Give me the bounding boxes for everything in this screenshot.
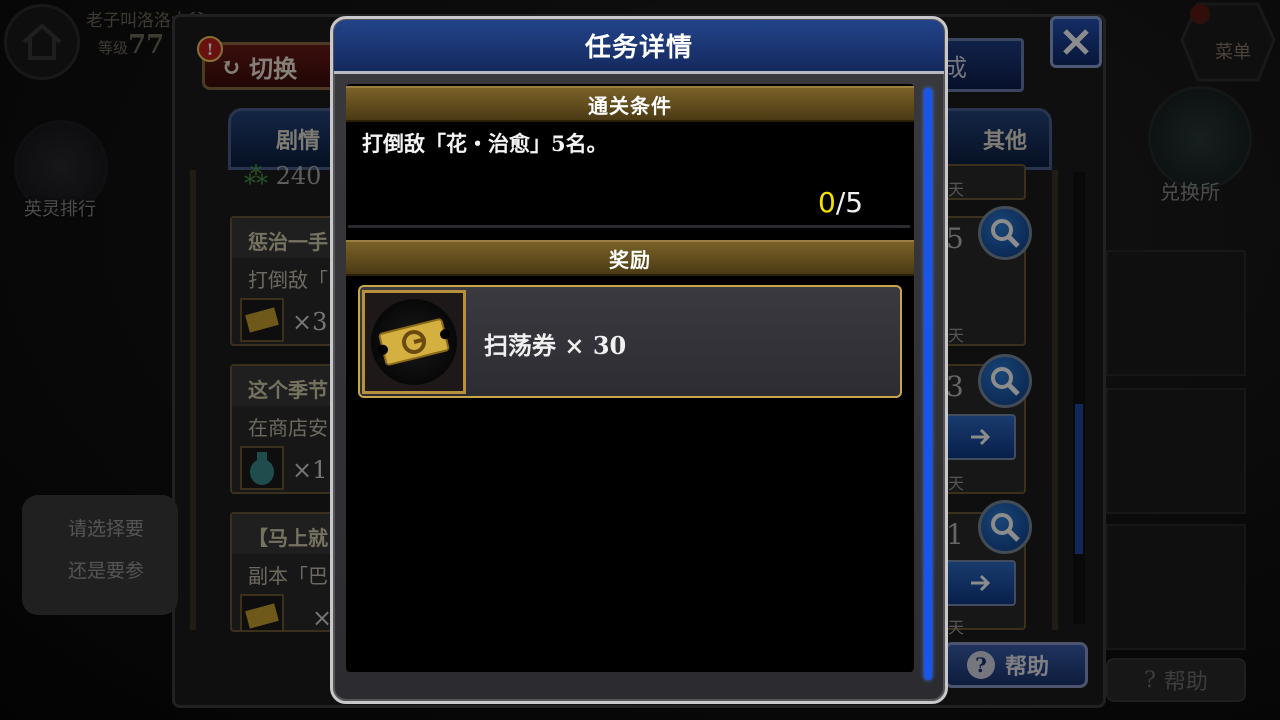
currency-icon: ⁂ [244, 162, 268, 190]
help-icon: ? [967, 651, 995, 679]
sweep-ticket-icon [371, 299, 457, 385]
side-slot [1106, 250, 1246, 376]
menu-label: 菜单 [1215, 42, 1251, 63]
tab-label: 剧情 [275, 128, 320, 154]
speech-line: 还是要参 [68, 560, 145, 582]
mission-desc: 在商店安 [248, 416, 328, 440]
condition-section-header: 通关条件 [346, 86, 914, 122]
help-button-secondary[interactable]: ? 帮助 [1106, 658, 1246, 702]
days-left: 天 [948, 326, 965, 345]
side-slot [1106, 388, 1246, 514]
mission-detail-button[interactable] [978, 206, 1032, 260]
mission-detail-button[interactable] [978, 500, 1032, 554]
mission-count: 3 [946, 370, 964, 403]
player-level: 等级77 [98, 30, 164, 60]
help-button[interactable]: ? 帮助 [944, 642, 1088, 688]
mission-qty: ×1 [292, 456, 328, 484]
condition-progress: 0/5 [818, 186, 863, 219]
level-label: 等级 [98, 39, 129, 57]
mission-card[interactable]: 【马上就 副本「巴 × [230, 512, 340, 632]
close-button[interactable] [1050, 16, 1102, 68]
mission-desc: 打倒敌「 [248, 268, 328, 292]
help-label: 帮助 [1005, 654, 1050, 680]
currency-row: ⁂ 240 [244, 162, 321, 190]
mission-desc: 副本「巴 [248, 564, 328, 588]
dialog-header: 任务详情 [334, 20, 944, 74]
ticket-icon [240, 298, 284, 342]
reward-header-label: 奖励 [609, 247, 651, 272]
reward-section-header: 奖励 [346, 240, 914, 276]
speech-line: 请选择要 [68, 518, 145, 540]
home-icon [22, 23, 62, 60]
currency-value: 240 [275, 162, 322, 190]
mission-card[interactable]: 惩治一手 打倒敌「 ×3 [230, 216, 340, 346]
home-button[interactable] [4, 4, 80, 80]
side-slot [1106, 524, 1246, 650]
mission-title: 这个季节 [232, 366, 338, 406]
condition-text: 打倒敌「花・治愈」5名。 [362, 131, 608, 156]
mission-go-button[interactable] [944, 414, 1016, 460]
list-scrollbar[interactable] [1073, 172, 1085, 624]
mission-count: 1 [946, 518, 964, 551]
switch-label: 切换 [249, 53, 298, 83]
mission-go-button[interactable] [944, 560, 1016, 606]
progress-current: 0 [818, 186, 836, 219]
dialog-title: 任务详情 [584, 33, 693, 63]
magnifier-icon [991, 513, 1020, 542]
exchange-label: 兑换所 [1160, 180, 1220, 204]
mission-qty: ×3 [292, 308, 328, 336]
close-icon [1063, 29, 1089, 55]
mission-card-right: 天 [944, 164, 1026, 200]
tab-label: 其他 [982, 128, 1027, 154]
days-left: 天 [948, 474, 965, 493]
vase-icon [240, 446, 284, 490]
arrow-right-icon [971, 574, 991, 592]
help-icon: ? [1144, 667, 1156, 693]
mission-count: 5 [946, 222, 964, 255]
magnifier-icon [991, 219, 1020, 248]
magnifier-icon [991, 367, 1020, 396]
mission-title: 惩治一手 [232, 218, 338, 258]
arrow-right-icon [971, 428, 991, 446]
ticket-icon [240, 594, 284, 630]
dialog-scrollbar[interactable] [924, 88, 932, 680]
mission-title: 【马上就 [232, 514, 338, 554]
days-left: 天 [948, 180, 965, 199]
level-value: 77 [128, 30, 165, 60]
mission-card[interactable]: 这个季节 在商店安 ×1 [230, 364, 340, 494]
reward-item-frame[interactable] [362, 290, 466, 394]
help-label: 帮助 [1163, 670, 1208, 695]
alert-badge-icon: ! [197, 36, 223, 62]
progress-total: /5 [835, 186, 864, 219]
condition-header-label: 通关条件 [588, 93, 672, 118]
speech-bubble [22, 495, 178, 615]
refresh-icon: ↻ [221, 51, 242, 81]
list-scrollbar-thumb[interactable] [1075, 404, 1083, 554]
ranking-label: 英灵排行 [24, 199, 96, 220]
exchange-button[interactable] [1148, 86, 1252, 190]
mission-detail-button[interactable] [978, 354, 1032, 408]
days-left: 天 [948, 618, 965, 637]
top-tab-button[interactable]: 成 [940, 38, 1024, 92]
reward-item-name: 扫荡券 × 30 [484, 331, 627, 360]
